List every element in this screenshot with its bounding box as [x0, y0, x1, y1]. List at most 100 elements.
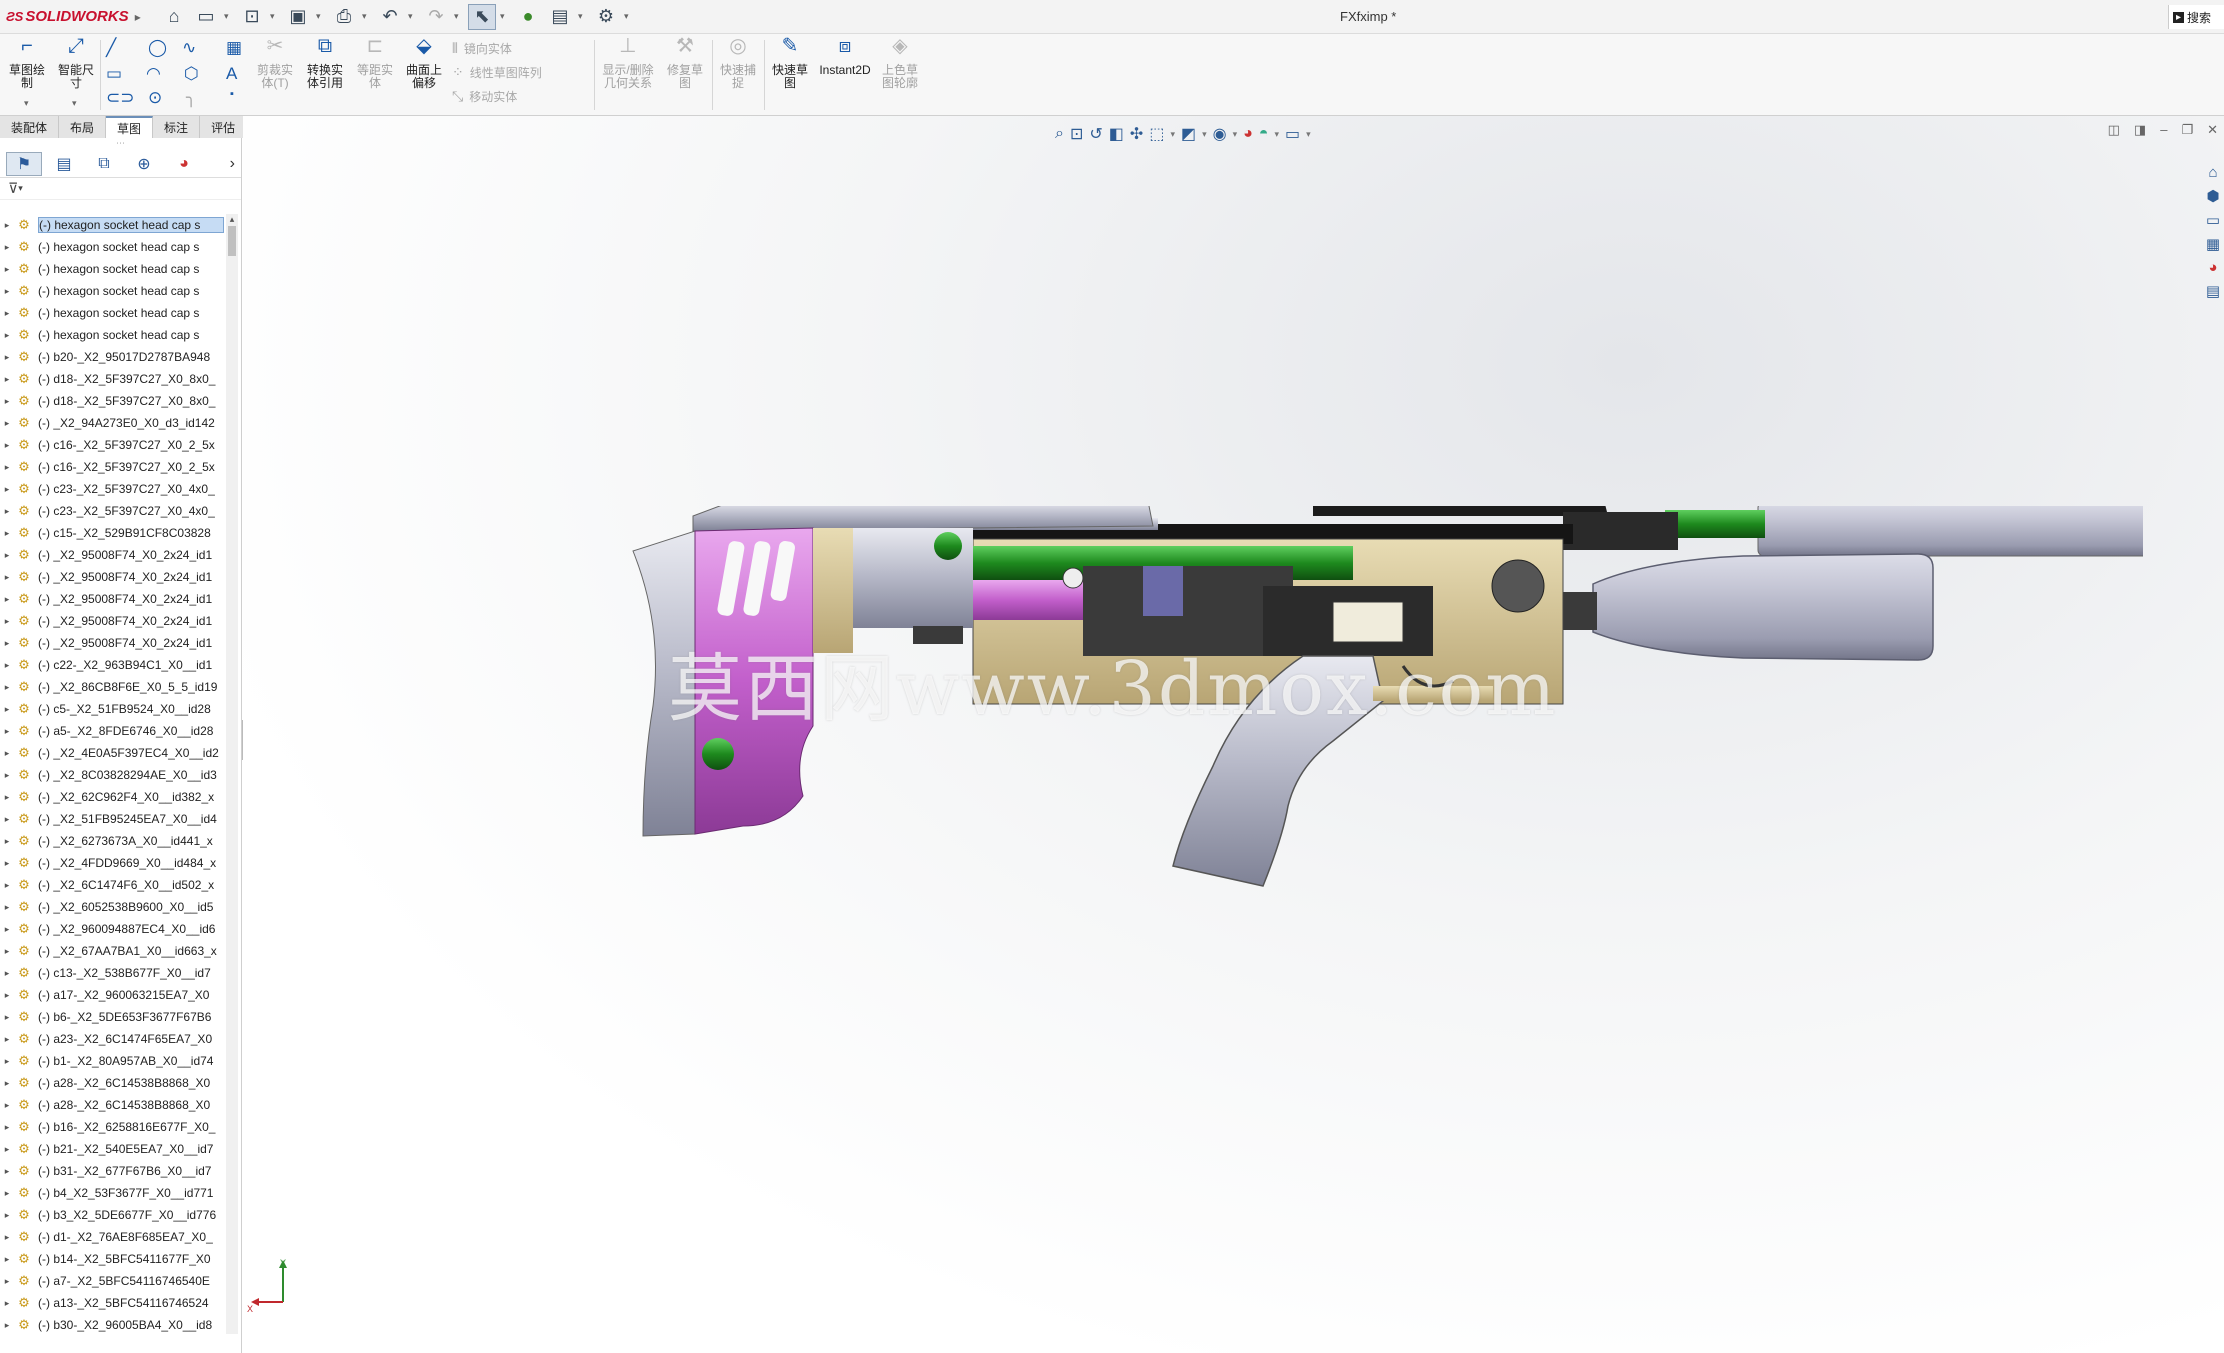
expand-arrow-icon[interactable]: ▸	[0, 1056, 14, 1067]
chevron-down-icon[interactable]: ▾	[1233, 129, 1238, 140]
expand-arrow-icon[interactable]: ▸	[0, 1276, 14, 1287]
tree-item[interactable]: ▸ ⚙ (-) b16-_X2_6258816E677F_X0_	[0, 1116, 224, 1138]
expand-arrow-icon[interactable]: ▸	[0, 638, 14, 649]
expand-arrow-icon[interactable]: ▸	[0, 1078, 14, 1089]
expand-arrow-icon[interactable]: ▸	[0, 990, 14, 1001]
design-library-icon[interactable]: ⬢	[2206, 187, 2219, 205]
chevron-down-icon[interactable]: ▾	[1202, 129, 1207, 140]
scroll-thumb[interactable]	[228, 226, 236, 256]
open-icon[interactable]: ⊡	[238, 4, 266, 30]
expand-arrow-icon[interactable]: ▸	[0, 506, 14, 517]
view-palette-icon[interactable]: ▦	[2206, 235, 2220, 253]
tree-item[interactable]: ▸ ⚙ (-) c5-_X2_51FB9524_X0__id28	[0, 698, 224, 720]
move-entities-button[interactable]: ⤡ 移动实体	[452, 88, 517, 105]
view-orientation-icon[interactable]: ⬚	[1149, 124, 1164, 144]
tree-item[interactable]: ▸ ⚙ (-) _X2_86CB8F6E_X0_5_5_id19	[0, 676, 224, 698]
expand-arrow-icon[interactable]: ▸	[0, 880, 14, 891]
display-relations-button[interactable]: ⊥ 显示/删除 几何关系	[600, 36, 656, 90]
tree-item[interactable]: ▸ ⚙ (-) _X2_95008F74_X0_2x24_id1	[0, 566, 224, 588]
expand-arrow-icon[interactable]: ▸	[0, 440, 14, 451]
previous-view-icon[interactable]: ↺	[1089, 124, 1102, 144]
tree-item[interactable]: ▸ ⚙ (-) a7-_X2_5BFC54116746540E	[0, 1270, 224, 1292]
tile-right-icon[interactable]: ◨	[2134, 122, 2146, 138]
tree-item[interactable]: ▸ ⚙ (-) _X2_95008F74_X0_2x24_id1	[0, 632, 224, 654]
tree-item[interactable]: ▸ ⚙ (-) _X2_67AA7BA1_X0__id663_x	[0, 940, 224, 962]
config-manager-icon[interactable]: ⧉	[86, 152, 122, 176]
expand-arrow-icon[interactable]: ▸	[0, 1144, 14, 1155]
tree-item[interactable]: ▸ ⚙ (-) b30-_X2_96005BA4_X0__id8	[0, 1314, 224, 1336]
tree-item[interactable]: ▸ ⚙ (-) b4_X2_53F3677F_X0__id771	[0, 1182, 224, 1204]
zoom-fit-icon[interactable]: ⌕	[1055, 125, 1064, 143]
dynamic-annotation-icon[interactable]: ✣	[1130, 124, 1143, 144]
filter-icon[interactable]: ⊽ ▾	[0, 178, 241, 200]
tree-item[interactable]: ▸ ⚙ (-) _X2_95008F74_X0_2x24_id1	[0, 610, 224, 632]
tree-item[interactable]: ▸ ⚙ (-) c16-_X2_5F397C27_X0_2_5x	[0, 434, 224, 456]
tree-item[interactable]: ▸ ⚙ (-) _X2_4E0A5F397EC4_X0__id2	[0, 742, 224, 764]
zoom-area-icon[interactable]: ⊡	[1070, 124, 1083, 144]
smart-dimension-button[interactable]: ⤢ 智能尺 寸	[54, 36, 98, 90]
rebuild-icon[interactable]: ●	[514, 4, 542, 30]
arc-icon[interactable]: ◠	[146, 64, 161, 84]
tab-item[interactable]: 布局	[59, 116, 107, 138]
edit-appearance-icon[interactable]: ◕	[1243, 125, 1253, 143]
tab-item[interactable]: 标注	[153, 116, 201, 138]
property-manager-icon[interactable]: ▤	[46, 152, 82, 176]
expand-arrow-icon[interactable]: ▸	[0, 594, 14, 605]
feature-manager-icon[interactable]: ⚑	[6, 151, 42, 176]
offset-on-surface-button[interactable]: ⬙ 曲面上 偏移	[400, 36, 448, 90]
tree-item[interactable]: ▸ ⚙ (-) b6-_X2_5DE653F3677F67B6	[0, 1006, 224, 1028]
appearances-icon[interactable]: ◕	[2208, 259, 2217, 276]
chevron-down-icon[interactable]: ▾	[224, 11, 234, 22]
convert-entities-button[interactable]: ⧉ 转换实 体引用	[302, 36, 348, 90]
expand-arrow-icon[interactable]: ▸	[0, 1166, 14, 1177]
expand-arrow-icon[interactable]: ▸	[0, 528, 14, 539]
expand-arrow-icon[interactable]: ▸	[0, 1320, 14, 1331]
chevron-down-icon[interactable]: ▾	[500, 11, 510, 22]
sketch-button[interactable]: ⌐ 草图绘 制	[6, 36, 48, 90]
tree-item[interactable]: ▸ ⚙ (-) b14-_X2_5BFC5411677F_X0	[0, 1248, 224, 1270]
expand-arrow-icon[interactable]: ▸	[0, 264, 14, 275]
expand-arrow-icon[interactable]: ▸	[0, 308, 14, 319]
rectangle-icon[interactable]: ▭	[106, 64, 122, 84]
tree-item[interactable]: ▸ ⚙ (-) a17-_X2_960063215EA7_X0	[0, 984, 224, 1006]
expand-arrow-icon[interactable]: ▸	[0, 220, 14, 231]
apply-scene-icon[interactable]: ◓	[1259, 125, 1269, 143]
tree-item[interactable]: ▸ ⚙ (-) b31-_X2_677F67B6_X0__id7	[0, 1160, 224, 1182]
hide-show-icon[interactable]: ◉	[1213, 124, 1227, 144]
minimize-icon[interactable]: –	[2160, 122, 2167, 138]
tree-item[interactable]: ▸ ⚙ (-) _X2_6273673A_X0__id441_x	[0, 830, 224, 852]
model-airgun[interactable]	[383, 506, 2143, 1066]
circle-icon[interactable]: ◯	[148, 38, 167, 58]
chevron-down-icon[interactable]: ▾	[1306, 129, 1311, 140]
tree-item[interactable]: ▸ ⚙ (-) hexagon socket head cap s	[0, 236, 224, 258]
instant2d-button[interactable]: ⧈ Instant2D	[816, 36, 874, 77]
sketch-grid-icon[interactable]: ▦	[226, 38, 242, 58]
chevron-down-icon[interactable]: ▾	[1170, 129, 1175, 140]
search-box[interactable]: ▸ 搜索	[2168, 5, 2224, 29]
chevron-down-icon[interactable]: ▾	[316, 11, 326, 22]
expand-arrow-icon[interactable]: ▸	[0, 418, 14, 429]
tree-item[interactable]: ▸ ⚙ (-) c15-_X2_529B91CF8C03828	[0, 522, 224, 544]
tree-item[interactable]: ▸ ⚙ (-) a23-_X2_6C1474F65EA7_X0	[0, 1028, 224, 1050]
repair-sketch-button[interactable]: ⚒ 修复草 图	[662, 36, 708, 90]
expand-arrow-icon[interactable]: ▸	[0, 814, 14, 825]
tree-item[interactable]: ▸ ⚙ (-) b20-_X2_95017D2787BA948	[0, 346, 224, 368]
expand-arrow-icon[interactable]: ▸	[0, 572, 14, 583]
tree-item[interactable]: ▸ ⚙ (-) hexagon socket head cap s	[0, 302, 224, 324]
view-settings-icon[interactable]: ▭	[1285, 124, 1300, 144]
polygon-icon[interactable]: ⬡	[184, 64, 199, 84]
slot-icon[interactable]: ⊂⊃	[106, 88, 135, 108]
expand-arrow-icon[interactable]: ▸	[0, 374, 14, 385]
new-icon[interactable]: ▭	[192, 4, 220, 30]
plane-icon[interactable]: ▪	[230, 88, 234, 100]
dimxpert-icon[interactable]: ⊕	[126, 152, 162, 176]
file-explorer-icon[interactable]: ▭	[2206, 211, 2220, 229]
expand-arrow-icon[interactable]: ▸	[0, 770, 14, 781]
mirror-entities-button[interactable]: ⫴ 镜向实体	[452, 40, 512, 57]
expand-arrow-icon[interactable]: ▸	[0, 1122, 14, 1133]
tree-item[interactable]: ▸ ⚙ (-) b21-_X2_540E5EA7_X0__id7	[0, 1138, 224, 1160]
tree-item[interactable]: ▸ ⚙ (-) hexagon socket head cap s	[0, 280, 224, 302]
expand-arrow-icon[interactable]: ▸	[0, 836, 14, 847]
select-icon[interactable]: ⬉	[468, 3, 496, 30]
tree-item[interactable]: ▸ ⚙ (-) hexagon socket head cap s	[0, 258, 224, 280]
